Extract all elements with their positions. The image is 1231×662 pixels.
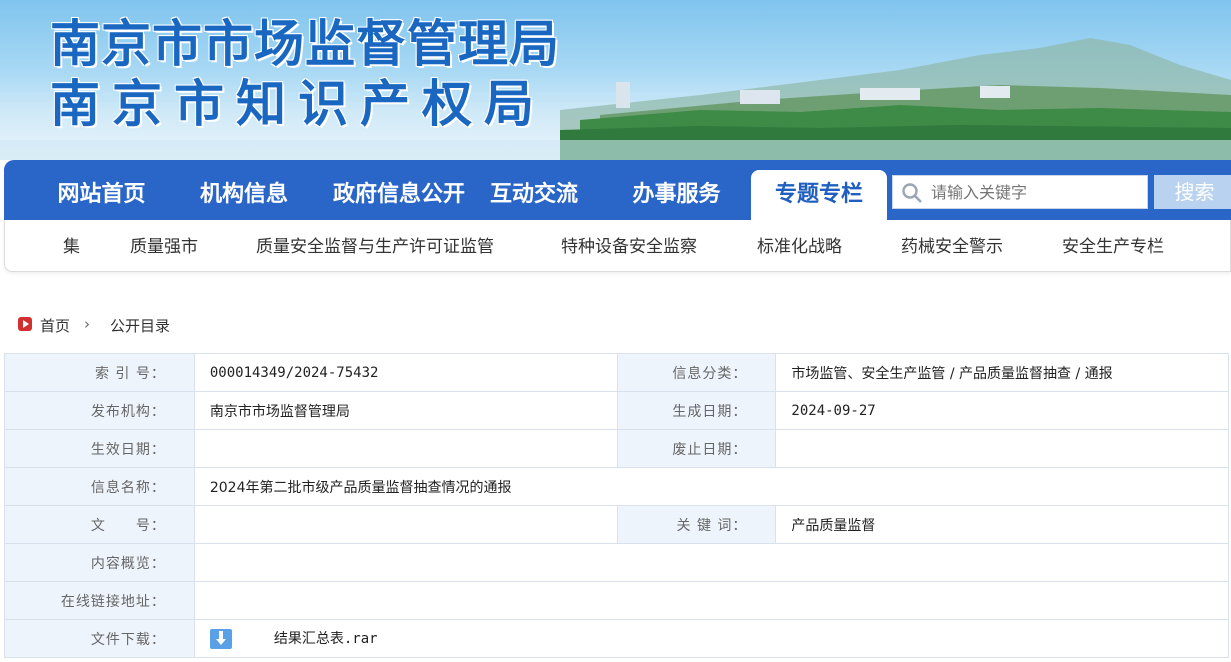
table-row: 信息名称： 2024年第二批市级产品质量监督抽查情况的通报 (4, 467, 1230, 506)
sub-nav: 集 质量强市 质量安全监督与生产许可证监管 特种设备安全监察 标准化战略 药械安… (4, 220, 1231, 272)
index-label: 索 引 号： (4, 353, 195, 392)
keywords-value: 产品质量监督 (775, 505, 1229, 544)
index-value: 000014349/2024-75432 (193, 353, 618, 392)
breadcrumb-home[interactable]: 首页 (40, 315, 70, 336)
nav-interaction[interactable]: 互动交流 (474, 170, 594, 220)
doc-number-value (193, 505, 618, 544)
subnav-item-drug-device-warning[interactable]: 药械安全警示 (901, 232, 1003, 257)
summary-value (193, 543, 1230, 582)
search-box (892, 175, 1148, 209)
online-link-value (193, 581, 1230, 620)
abolish-date-label: 废止日期： (616, 429, 777, 468)
site-banner: 南京市市场监督管理局 南京市知识产权局 (0, 0, 1231, 160)
subnav-item-quality-city[interactable]: 质量强市 (130, 232, 198, 257)
created-date-value: 2024-09-27 (775, 391, 1229, 430)
category-label: 信息分类： (616, 353, 777, 392)
doc-number-label: 文 号： (4, 505, 195, 544)
category-value: 市场监管、安全生产监管 / 产品质量监督抽查 / 通报 (775, 353, 1229, 392)
table-row: 生效日期： 废止日期： (4, 429, 1229, 468)
info-table: 索 引 号： 000014349/2024-75432 信息分类： 市场监管、安… (4, 353, 1230, 658)
subnav-item-special-equipment[interactable]: 特种设备安全监察 (561, 232, 697, 257)
summary-label: 内容概览： (4, 543, 195, 582)
subnav-item-quality-safety[interactable]: 质量安全监督与生产许可证监管 (256, 232, 494, 257)
table-row: 文件下载： 结果汇总表.rar (4, 619, 1230, 658)
info-name-label: 信息名称： (4, 467, 195, 506)
online-link-label: 在线链接地址： (4, 581, 195, 620)
nav-home[interactable]: 网站首页 (24, 170, 179, 220)
subnav-item-standardization[interactable]: 标准化战略 (757, 232, 842, 257)
search-icon (902, 183, 922, 203)
publisher-value: 南京市市场监督管理局 (193, 391, 618, 430)
publisher-label: 发布机构： (4, 391, 195, 430)
table-row: 发布机构： 南京市市场监督管理局 生成日期： 2024-09-27 (4, 391, 1229, 430)
effective-date-value (193, 429, 618, 468)
abolish-date-value (775, 429, 1229, 468)
table-row: 文 号： 关 键 词： 产品质量监督 (4, 505, 1229, 544)
nav-gov-info[interactable]: 政府信息公开 (314, 170, 484, 220)
breadcrumb-separator: › (84, 315, 90, 333)
download-file-link[interactable]: 结果汇总表.rar (274, 631, 378, 647)
keywords-label: 关 键 词： (616, 505, 777, 544)
nav-special-topics[interactable]: 专题专栏 (751, 170, 887, 220)
nav-organization[interactable]: 机构信息 (174, 170, 314, 220)
file-download-cell: 结果汇总表.rar (193, 619, 1230, 658)
table-row: 内容概览： (4, 543, 1230, 582)
created-date-label: 生成日期： (616, 391, 777, 430)
banner-title-2: 南京市知识产权局 (50, 74, 546, 133)
search-button[interactable]: 搜索 (1154, 175, 1231, 209)
download-icon[interactable] (209, 629, 232, 649)
home-icon (18, 317, 32, 331)
effective-date-label: 生效日期： (4, 429, 195, 468)
file-download-label: 文件下载： (4, 619, 195, 658)
search-input[interactable] (931, 178, 1141, 206)
table-row: 索 引 号： 000014349/2024-75432 信息分类： 市场监管、安… (4, 353, 1229, 392)
subnav-item-truncated[interactable]: 集 (63, 232, 80, 257)
breadcrumb-current[interactable]: 公开目录 (110, 315, 170, 336)
subnav-item-safety-production[interactable]: 安全生产专栏 (1062, 232, 1164, 257)
main-nav: 网站首页 机构信息 政府信息公开 互动交流 办事服务 专题专栏 搜索 (4, 160, 1231, 220)
info-name-value: 2024年第二批市级产品质量监督抽查情况的通报 (193, 467, 1230, 506)
nav-services[interactable]: 办事服务 (614, 170, 739, 220)
table-row: 在线链接地址： (4, 581, 1230, 620)
